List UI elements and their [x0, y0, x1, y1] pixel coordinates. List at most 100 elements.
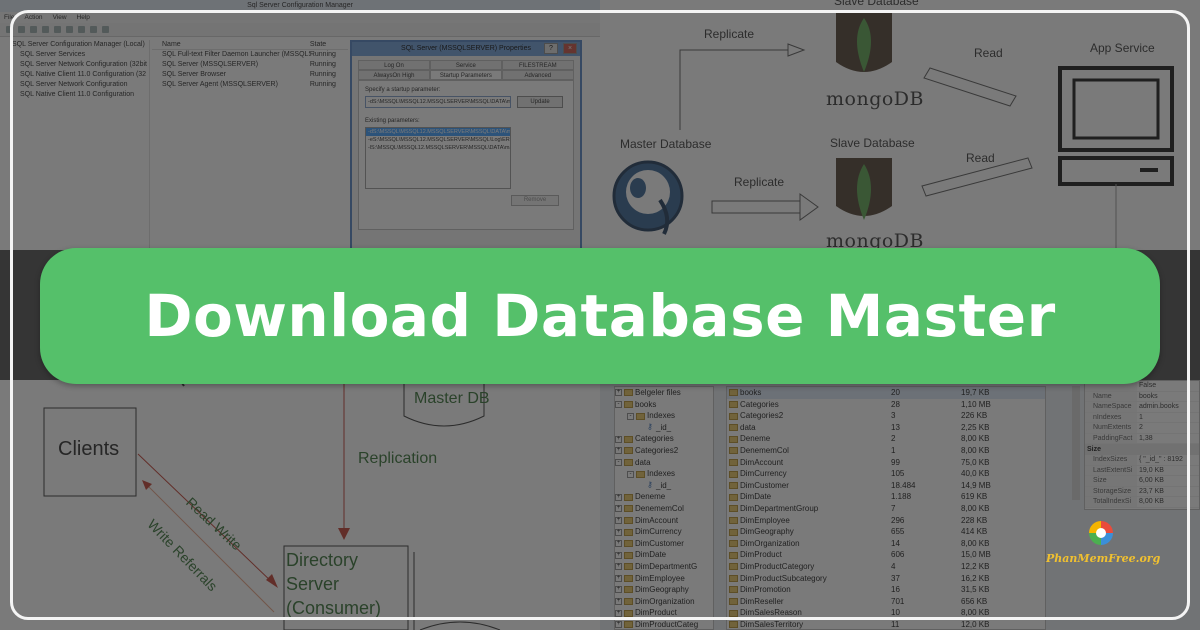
property-row[interactable]: LastExtentSi 19,0 KB [1085, 465, 1199, 476]
expand-icon[interactable]: + [615, 447, 622, 455]
table-row[interactable]: books 20 19,7 KB [727, 387, 1045, 399]
expand-icon[interactable]: + [615, 598, 622, 606]
back-icon[interactable] [6, 26, 13, 33]
tab-startup-parameters[interactable]: Startup Parameters [429, 70, 502, 80]
tree-item[interactable]: - data [615, 457, 713, 469]
tree-item[interactable]: - books [615, 399, 713, 411]
table-row[interactable]: DimEmployee 296 228 KB [727, 515, 1045, 527]
tree-item[interactable]: + DimProduct [615, 607, 713, 619]
table-row[interactable]: DimReseller 701 656 KB [727, 596, 1045, 608]
column-name[interactable]: Name [152, 40, 310, 49]
pause-icon[interactable] [78, 26, 85, 33]
tab-alwayson[interactable]: AlwaysOn High Availability [358, 70, 430, 89]
tree-item[interactable]: + DimDate [615, 549, 713, 561]
table-row[interactable]: DimCustomer 18.484 14,9 MB [727, 480, 1045, 492]
tab-log-on[interactable]: Log On [358, 60, 430, 70]
properties-icon[interactable] [42, 26, 49, 33]
table-row[interactable]: DimPromotion 16 31,5 KB [727, 584, 1045, 596]
menu-action[interactable]: Action [24, 12, 42, 23]
collapse-icon[interactable]: - [615, 400, 622, 408]
tree-item-network-32[interactable]: SQL Server Network Configuration (32bit [10, 60, 149, 70]
list-item[interactable]: -dS:\MSSQL\MSSQL12.MSSQLSERVER\MSSQL\DAT… [366, 128, 510, 136]
menu-view[interactable]: View [53, 12, 67, 23]
list-item[interactable]: SQL Server Browser Running [152, 70, 348, 80]
table-row[interactable]: DimDate 1.188 619 KB [727, 491, 1045, 503]
tree-item[interactable]: + Categories [615, 433, 713, 445]
table-row[interactable]: DimSalesTerritory 11 12,0 KB [727, 619, 1045, 630]
help-icon[interactable] [54, 26, 61, 33]
start-icon[interactable] [66, 26, 73, 33]
property-row[interactable]: IndexSizes{ "_id_" : 8192 [1085, 455, 1199, 466]
tree-item-native[interactable]: SQL Native Client 11.0 Configuration [10, 90, 149, 100]
expand-icon[interactable]: + [615, 563, 622, 571]
table-row[interactable]: DimGeography 655 414 KB [727, 526, 1045, 538]
tree-item[interactable]: + DenememCol [615, 503, 713, 515]
existing-parameters-list[interactable]: -dS:\MSSQL\MSSQL12.MSSQLSERVER\MSSQL\DAT… [365, 127, 511, 189]
expand-icon[interactable]: + [615, 574, 622, 582]
tree-item[interactable]: + DimAccount [615, 515, 713, 527]
table-row[interactable]: DimDepartmentGroup 7 8,00 KB [727, 503, 1045, 515]
remove-button[interactable]: Remove [511, 195, 559, 206]
tree-item[interactable]: + DimGeography [615, 584, 713, 596]
tab-filestream[interactable]: FILESTREAM [501, 60, 574, 70]
forward-icon[interactable] [18, 26, 25, 33]
property-section-size[interactable]: Size [1085, 444, 1199, 455]
stop-icon[interactable] [90, 26, 97, 33]
tree-item[interactable]: + DimOrganization [615, 596, 713, 608]
tree-item-services[interactable]: SQL Server Services [10, 50, 149, 60]
table-row[interactable]: DimCurrency 105 40,0 KB [727, 468, 1045, 480]
table-row[interactable]: Categories 28 1,10 MB [727, 399, 1045, 411]
property-row[interactable]: StorageSize 23,7 KB [1085, 486, 1199, 497]
expand-icon[interactable]: + [615, 528, 622, 536]
property-row[interactable]: TotalIndexSi 8,00 KB [1085, 497, 1199, 508]
tree-item[interactable]: ⚷ _id_ [615, 422, 713, 434]
table-row[interactable]: DenememCol 1 8,00 KB [727, 445, 1045, 457]
tab-advanced[interactable]: Advanced [501, 70, 574, 80]
tree-item[interactable]: + Deneme [615, 491, 713, 503]
expand-icon[interactable]: + [615, 609, 622, 617]
property-row[interactable]: NumExtents 2 [1085, 423, 1199, 434]
expand-icon[interactable]: + [615, 516, 622, 524]
collapse-icon[interactable]: - [627, 470, 634, 478]
expand-icon[interactable]: + [615, 435, 622, 443]
dialog-help-button[interactable]: ? [544, 43, 558, 54]
expand-icon[interactable]: + [615, 621, 622, 629]
property-row[interactable]: nIndexes 1 [1085, 412, 1199, 423]
property-row[interactable]: Name books [1085, 391, 1199, 402]
table-row[interactable]: DimProductCategory 4 12,2 KB [727, 561, 1045, 573]
tree-item[interactable]: - Indexes [615, 410, 713, 422]
table-row[interactable]: Categories2 3 226 KB [727, 410, 1045, 422]
tab-service[interactable]: Service [429, 60, 502, 70]
list-item[interactable]: SQL Server Agent (MSSQLSERVER) Running [152, 80, 348, 90]
tree-item-network[interactable]: SQL Server Network Configuration [10, 80, 149, 90]
list-item[interactable]: SQL Server (MSSQLSERVER) Running [152, 60, 348, 70]
table-row[interactable]: DimProductSubcategory 37 16,2 KB [727, 573, 1045, 585]
menu-file[interactable]: File [4, 12, 14, 23]
update-button[interactable]: Update [517, 96, 563, 108]
expand-icon[interactable]: + [615, 551, 622, 559]
tree-item[interactable]: ⚷ _id_ [615, 480, 713, 492]
menu-help[interactable]: Help [77, 12, 90, 23]
tree-item[interactable]: + DimCustomer [615, 538, 713, 550]
expand-icon[interactable]: + [615, 493, 622, 501]
list-item[interactable]: SQL Full-text Filter Daemon Launcher (MS… [152, 50, 348, 60]
restart-icon[interactable] [102, 26, 109, 33]
table-row[interactable]: DimSalesReason 10 8,00 KB [727, 607, 1045, 619]
property-row[interactable]: Size 6,00 KB [1085, 476, 1199, 487]
tree-item[interactable]: - Indexes [615, 468, 713, 480]
expand-icon[interactable]: + [615, 586, 622, 594]
collapse-icon[interactable]: - [627, 412, 634, 420]
list-item[interactable]: -eS:\MSSQL\MSSQL12.MSSQLSERVER\MSSQL\Log… [366, 136, 510, 144]
tree-item-native-32[interactable]: SQL Native Client 11.0 Configuration (32 [10, 70, 149, 80]
column-state[interactable]: State [310, 40, 348, 49]
table-row[interactable]: DimAccount 99 75,0 KB [727, 457, 1045, 469]
expand-icon[interactable]: + [615, 505, 622, 513]
table-row[interactable]: DimOrganization 14 8,00 KB [727, 538, 1045, 550]
property-row[interactable]: NameSpace admin.books [1085, 402, 1199, 413]
tree-item[interactable]: + Categories2 [615, 445, 713, 457]
collapse-icon[interactable]: - [615, 458, 622, 466]
list-item[interactable]: -lS:\MSSQL\MSSQL12.MSSQLSERVER\MSSQL\DAT… [366, 144, 510, 152]
expand-icon[interactable]: + [615, 389, 622, 397]
tree-item[interactable]: + DimProductCateg [615, 619, 713, 630]
vertical-scrollbar[interactable] [1072, 386, 1080, 500]
